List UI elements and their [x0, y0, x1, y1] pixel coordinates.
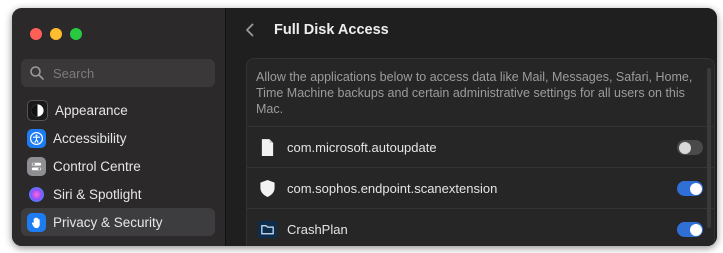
close-button[interactable] — [30, 28, 42, 40]
shield-icon — [257, 178, 277, 198]
control-centre-icon — [27, 156, 46, 176]
scrollbar[interactable] — [707, 68, 711, 228]
search-icon — [30, 66, 44, 80]
sidebar-item-label: Siri & Spotlight — [53, 186, 142, 202]
sidebar-item-label: Privacy & Security — [53, 214, 163, 230]
sidebar-item-accessibility[interactable]: Accessibility — [21, 124, 215, 152]
accessibility-icon — [27, 128, 46, 148]
sidebar-item-label: Control Centre — [53, 158, 141, 174]
app-row: com.microsoft.autoupdate — [247, 127, 714, 168]
full-disk-access-panel: Allow the applications below to access d… — [246, 58, 715, 246]
appearance-icon — [27, 99, 48, 121]
sidebar-item-privacy-security[interactable]: Privacy & Security — [21, 208, 215, 236]
header: Full Disk Access — [244, 22, 389, 38]
sidebar-list: Appearance Accessibility Control Centre … — [21, 96, 215, 236]
page-title: Full Disk Access — [274, 22, 389, 38]
app-name: com.microsoft.autoupdate — [287, 139, 437, 155]
search-field[interactable] — [21, 59, 215, 87]
folder-icon — [257, 219, 277, 239]
settings-window: Appearance Accessibility Control Centre … — [12, 8, 717, 246]
sidebar-item-siri-spotlight[interactable]: Siri & Spotlight — [21, 180, 215, 208]
minimize-button[interactable] — [50, 28, 62, 40]
traffic-lights — [30, 28, 82, 40]
app-toggle[interactable] — [677, 140, 703, 155]
search-input[interactable] — [51, 64, 205, 82]
zoom-button[interactable] — [70, 28, 82, 40]
app-row: CrashPlan — [247, 209, 714, 246]
sidebar-item-label: Appearance — [55, 102, 128, 118]
app-row: com.sophos.endpoint.scanextension — [247, 168, 714, 209]
app-toggle[interactable] — [677, 181, 703, 196]
app-name: CrashPlan — [287, 221, 348, 237]
sidebar-item-appearance[interactable]: Appearance — [21, 96, 215, 124]
document-icon — [257, 137, 277, 157]
sidebar-item-control-centre[interactable]: Control Centre — [21, 152, 215, 180]
description-text: Allow the applications below to access d… — [247, 59, 714, 127]
chevron-left-icon[interactable] — [244, 23, 256, 37]
main-pane: Full Disk Access Allow the applications … — [226, 8, 717, 246]
app-toggle[interactable] — [677, 222, 703, 237]
hand-icon — [27, 212, 46, 232]
app-name: com.sophos.endpoint.scanextension — [287, 180, 498, 196]
sidebar-item-label: Accessibility — [53, 130, 127, 146]
siri-icon — [27, 185, 46, 204]
sidebar: Appearance Accessibility Control Centre … — [12, 8, 226, 246]
